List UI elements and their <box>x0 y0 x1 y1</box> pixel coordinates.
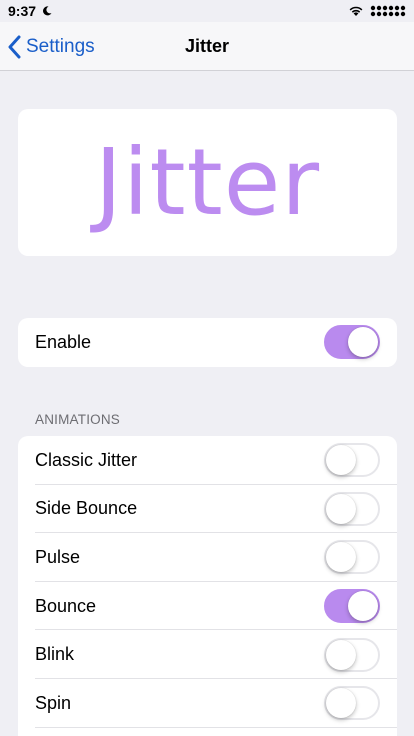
status-bar: 9:37 <box>0 0 414 22</box>
pulse-toggle[interactable] <box>324 540 380 575</box>
enable-row: Enable <box>18 318 397 367</box>
chevron-left-icon <box>8 35 21 58</box>
animation-label: Side Bounce <box>35 498 138 519</box>
back-label: Settings <box>26 35 95 57</box>
toggle-knob <box>348 327 378 358</box>
animations-section-header: ANIMATIONS <box>35 412 121 427</box>
status-time: 9:37 <box>8 3 37 19</box>
classic-jitter-toggle[interactable] <box>324 443 380 478</box>
hero-banner: Jitter <box>18 109 397 256</box>
animation-label: Spin <box>35 692 72 713</box>
blink-toggle[interactable] <box>324 637 380 672</box>
bounce-toggle[interactable] <box>324 589 380 624</box>
animation-row: Side Bounce <box>18 485 397 534</box>
status-left: 9:37 <box>8 3 52 19</box>
toggle-knob <box>326 688 356 719</box>
animation-row: Bounce <box>18 582 397 631</box>
enable-group: Enable <box>18 318 397 367</box>
status-right <box>348 5 406 17</box>
toggle-knob <box>326 542 356 573</box>
toggle-knob <box>348 591 378 622</box>
toggle-knob <box>326 445 356 476</box>
animation-row: Spin <box>18 679 397 728</box>
animation-label: Bounce <box>35 595 97 616</box>
toggle-knob <box>326 639 356 670</box>
wifi-icon <box>349 6 363 16</box>
animation-label: Pulse <box>35 546 81 567</box>
animation-label: Blink <box>35 644 75 665</box>
moon-icon <box>43 6 52 16</box>
animation-label: Classic Jitter <box>35 449 138 470</box>
back-button[interactable]: Settings <box>8 22 95 71</box>
toggle-knob <box>326 493 356 524</box>
side-bounce-toggle[interactable] <box>324 491 380 526</box>
spin-toggle[interactable] <box>324 686 380 721</box>
hero-logo-text: Jitter <box>94 129 321 236</box>
navigation-bar: Settings Jitter <box>0 22 414 71</box>
enable-toggle[interactable] <box>324 325 380 360</box>
animation-row: Pulse <box>18 533 397 582</box>
animation-row: Classic Jitter <box>18 436 397 485</box>
animations-group: Classic Jitter Side Bounce Pulse Bounce … <box>18 436 397 736</box>
battery-icon <box>370 5 406 17</box>
page-title: Jitter <box>184 35 229 56</box>
animation-row: Blink <box>18 630 397 679</box>
enable-label: Enable <box>35 331 92 352</box>
